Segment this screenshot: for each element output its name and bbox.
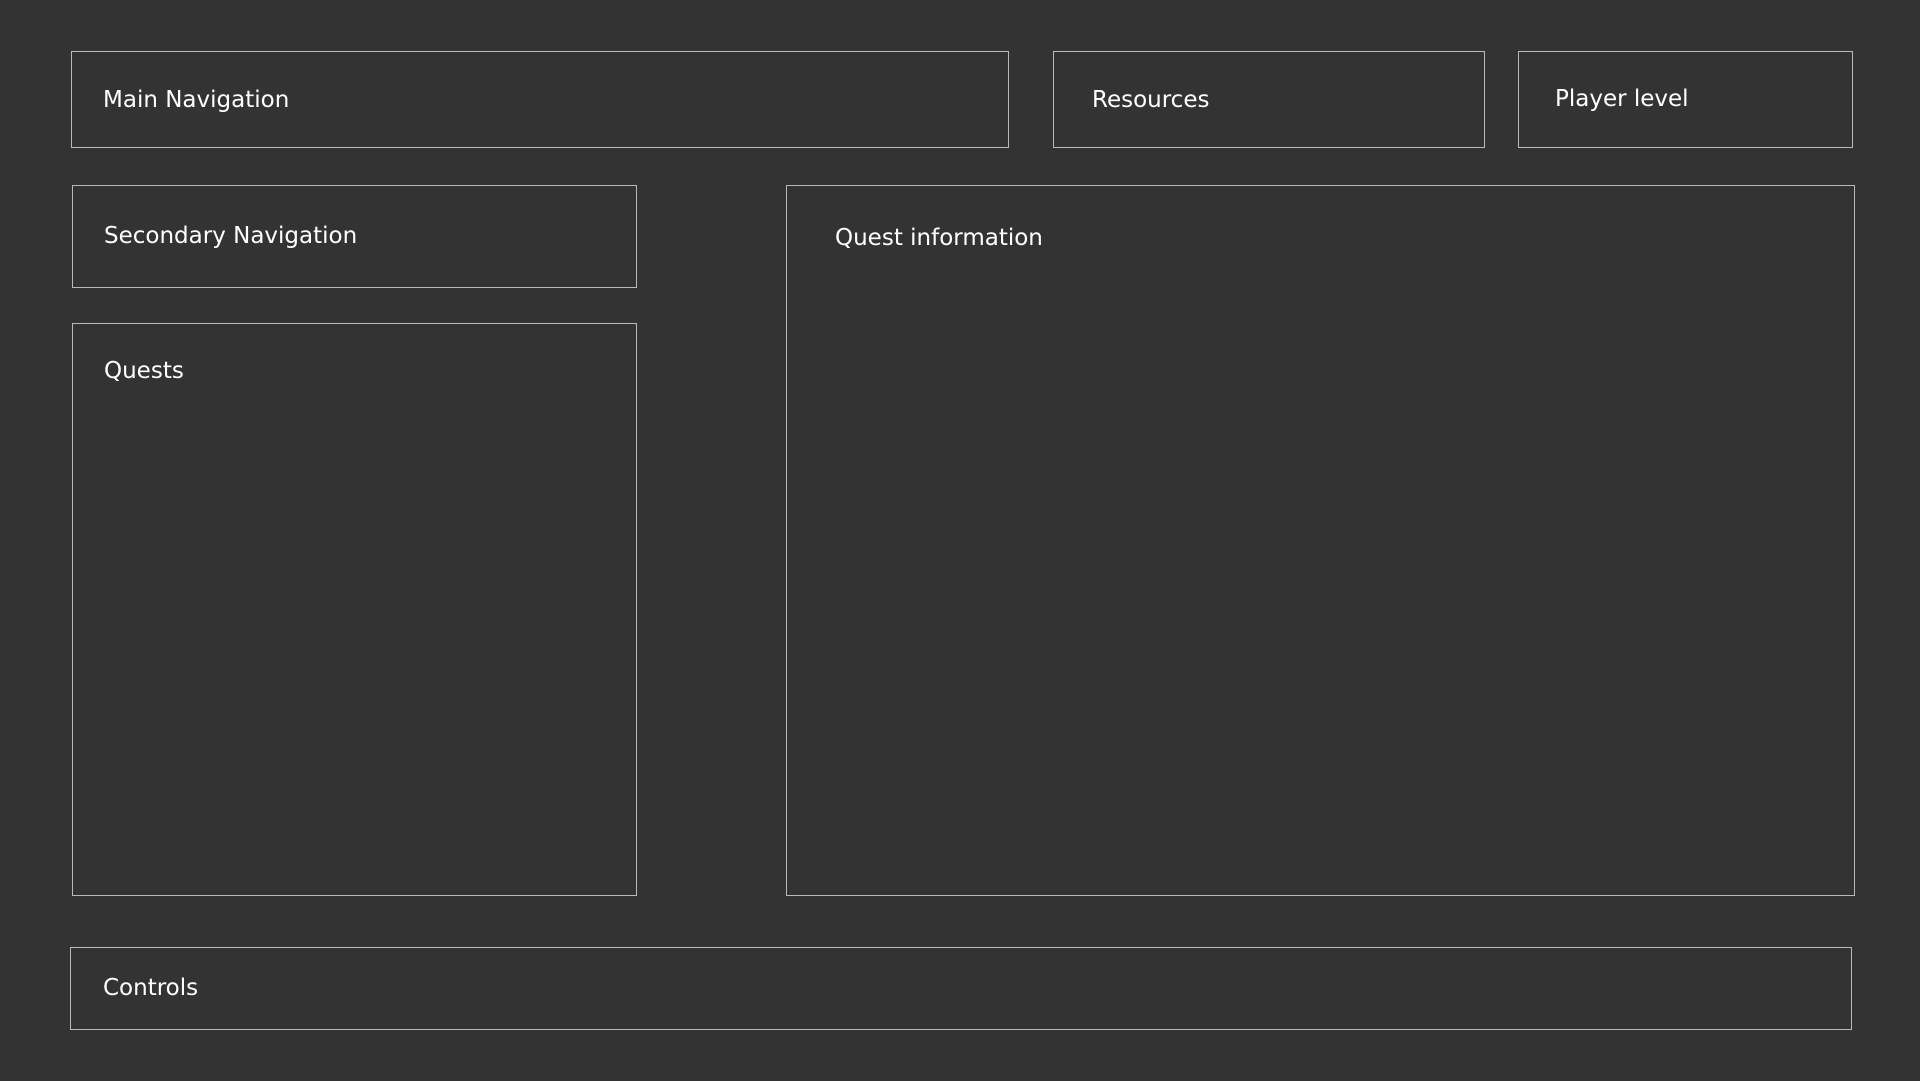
player-level-panel[interactable]: Player level <box>1518 51 1853 148</box>
quest-information-label: Quest information <box>835 225 1043 251</box>
quests-panel[interactable]: Quests <box>72 323 637 896</box>
secondary-navigation-label: Secondary Navigation <box>104 223 358 249</box>
resources-panel[interactable]: Resources <box>1053 51 1485 148</box>
resources-label: Resources <box>1092 87 1210 113</box>
player-level-label: Player level <box>1555 86 1689 112</box>
main-navigation-label: Main Navigation <box>103 87 290 113</box>
main-navigation-panel[interactable]: Main Navigation <box>71 51 1009 148</box>
quest-information-panel[interactable]: Quest information <box>786 185 1855 896</box>
quests-label: Quests <box>104 358 184 384</box>
secondary-navigation-panel[interactable]: Secondary Navigation <box>72 185 637 288</box>
controls-label: Controls <box>103 975 199 1001</box>
game-ui-wireframe: Main Navigation Resources Player level S… <box>0 0 1920 1081</box>
controls-panel[interactable]: Controls <box>70 947 1852 1030</box>
